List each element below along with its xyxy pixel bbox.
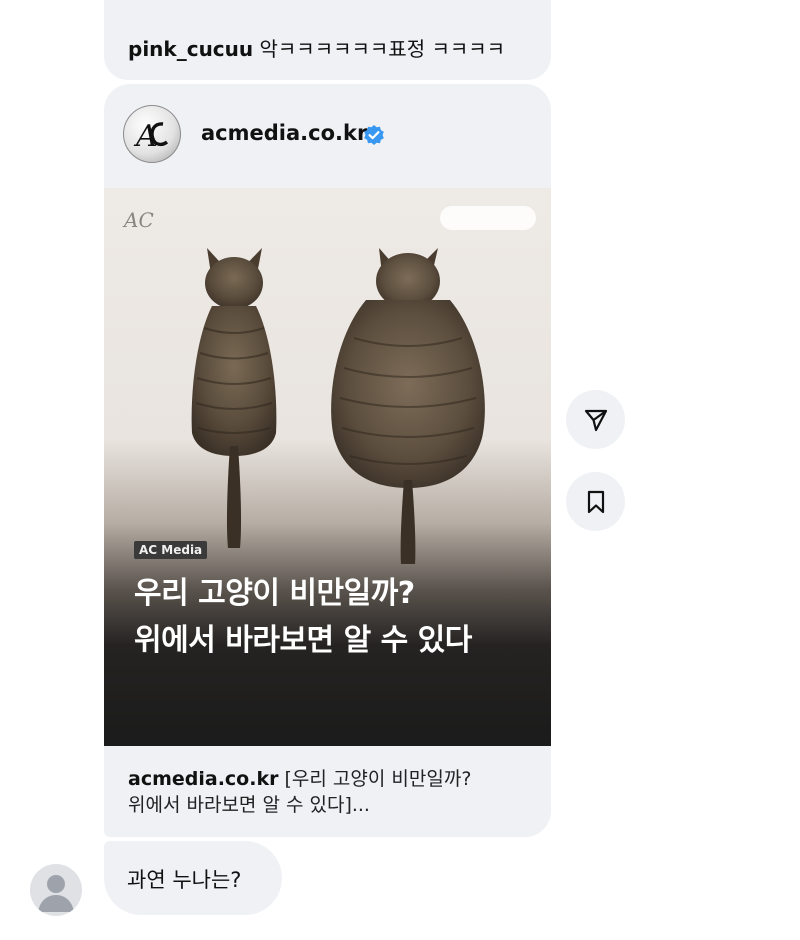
message-text: 과연 누나는?	[127, 868, 242, 892]
headline-line: 우리 고양이 비만일까?	[134, 576, 415, 611]
message-line: pink_cucuu 악ㅋㅋㅋㅋㅋㅋ표정 ㅋㅋㅋㅋ	[128, 33, 505, 62]
post-image[interactable]: AC AC Media 우리 고양이 비만일까? 위에서 바라보면 알 수 있다	[104, 188, 551, 746]
verified-badge-icon	[364, 125, 384, 145]
sender-avatar[interactable]	[30, 864, 82, 916]
ac-logo-icon: A	[133, 119, 169, 154]
send-icon	[584, 409, 607, 431]
image-source-tag: AC Media	[134, 541, 208, 559]
save-button[interactable]	[566, 472, 625, 531]
chubby-cat	[331, 248, 485, 564]
author-avatar[interactable]: A	[123, 105, 181, 163]
headline-line: 위에서 바라보면 알 수 있다	[134, 623, 472, 658]
message-bubble-last[interactable]: 과연 누나는?	[104, 841, 282, 915]
caption-source: acmedia.co.kr	[128, 768, 279, 790]
share-button[interactable]	[566, 390, 625, 449]
message-bubble-previous[interactable]: pink_cucuu 악ㅋㅋㅋㅋㅋㅋ표정 ㅋㅋㅋㅋ	[104, 0, 551, 80]
bookmark-icon	[587, 490, 604, 513]
message-text: 악ㅋㅋㅋㅋㅋㅋ표정 ㅋㅋㅋㅋ	[259, 37, 506, 61]
post-header[interactable]: A acmedia.co.kr	[104, 84, 551, 188]
image-watermark	[440, 206, 536, 230]
shared-post-card[interactable]: A acmedia.co.kr AC AC Media 우리 고양이 비만일까?…	[104, 84, 551, 837]
message-username: pink_cucuu	[128, 37, 254, 61]
caption-text-continued: 위에서 바라보면 알 수 있다]...	[128, 794, 370, 816]
post-caption[interactable]: acmedia.co.kr [우리 고양이 비만일까? 위에서 바라보면 알 수…	[128, 766, 528, 818]
default-profile-icon	[38, 875, 74, 912]
image-headline: 우리 고양이 비만일까? 위에서 바라보면 알 수 있다	[134, 570, 472, 664]
image-brand-logo: AC	[124, 208, 154, 232]
post-author[interactable]: acmedia.co.kr	[201, 121, 367, 145]
slim-cat	[191, 248, 277, 548]
caption-text: [우리 고양이 비만일까?	[284, 768, 472, 790]
